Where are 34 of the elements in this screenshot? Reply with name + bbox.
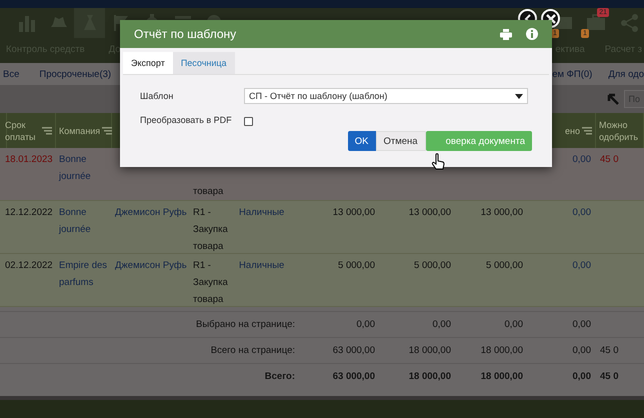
- total-value: 0,00: [504, 319, 523, 330]
- table-cell-text: 5 000,00: [337, 259, 375, 273]
- total-value: 63 000,00: [332, 371, 375, 382]
- table-cell-text: 12.12.2022: [5, 206, 54, 220]
- total-value: 0,00: [572, 371, 591, 382]
- table-cell-text: 13 000,00: [480, 206, 523, 220]
- total-value: 18 000,00: [480, 345, 523, 356]
- table-cell-text: 5 000,00: [485, 259, 523, 273]
- total-value: 0,00: [572, 319, 591, 330]
- total-value: 18 000,00: [408, 345, 451, 356]
- total-label: Выбрано на странице:: [196, 319, 295, 330]
- dropdown-value: СП - Отчёт по шаблону (шаблон): [249, 91, 388, 101]
- table-cell-text: товара: [193, 185, 224, 199]
- total-value: 45 0: [600, 345, 618, 356]
- table-cell-text: 5 000,00: [413, 259, 451, 273]
- total-value: 18 000,00: [408, 371, 451, 382]
- total-value: 63 000,00: [332, 345, 375, 356]
- field-label: Преобразовать в PDF: [140, 114, 233, 127]
- total-value: 45 0: [600, 371, 618, 382]
- total-value: 0,00: [356, 319, 375, 330]
- table-cell-text: R1 - Закупка товара: [193, 206, 229, 254]
- total-value: 0,00: [432, 319, 451, 330]
- total-value: 18 000,00: [480, 371, 523, 382]
- table-cell-text: 13 000,00: [408, 206, 451, 220]
- total-label: Всего на странице:: [210, 345, 295, 356]
- table-cell-text: R1 - Закупка товара: [193, 259, 229, 307]
- dialog-title: Отчёт по шаблону: [134, 27, 236, 41]
- table-cell-text: 02.12.2022: [5, 259, 54, 273]
- field-label: Шаблон: [140, 90, 174, 103]
- total-label: Всего:: [264, 371, 295, 382]
- total-value: 0,00: [572, 345, 591, 356]
- table-cell-text: 18.01.2023: [5, 153, 54, 167]
- table-cell-text: 45 0: [600, 153, 620, 167]
- table-cell-text: 13 000,00: [332, 206, 375, 220]
